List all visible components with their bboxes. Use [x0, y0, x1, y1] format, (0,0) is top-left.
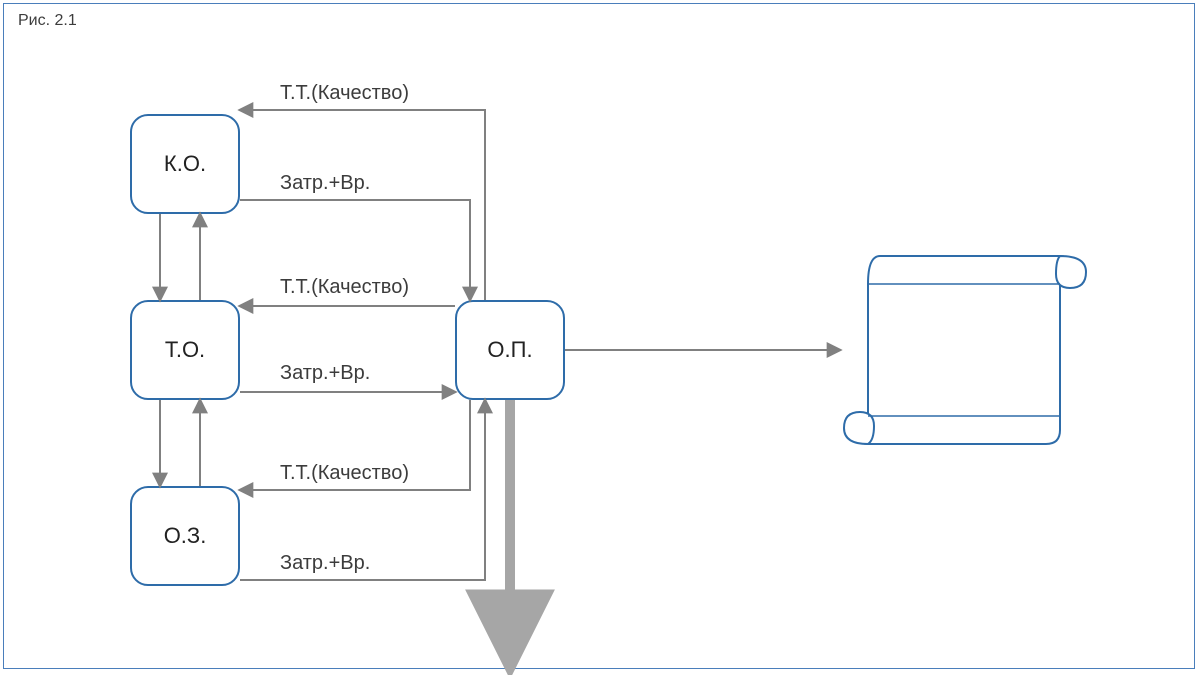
node-to: Т.О.: [130, 300, 240, 400]
node-op-label: О.П.: [487, 337, 532, 363]
edge-label-zv-to: Затр.+Вр.: [280, 362, 370, 385]
node-tkp: Т.К.П.: [850, 253, 1090, 448]
node-oz-label: О.З.: [164, 523, 207, 549]
edge-label-tt-oz: Т.Т.(Качество): [280, 462, 409, 485]
node-to-label: Т.О.: [165, 337, 205, 363]
edge-label-zv-oz: Затр.+Вр.: [280, 552, 370, 575]
node-ko-label: К.О.: [164, 151, 206, 177]
edge-label-tt-to: Т.Т.(Качество): [280, 276, 409, 299]
edge-label-tt-ko: Т.Т.(Качество): [280, 82, 409, 105]
edge-label-zv-ko: Затр.+Вр.: [280, 172, 370, 195]
node-tkp-label: Т.К.П.: [941, 338, 999, 364]
node-oz: О.З.: [130, 486, 240, 586]
node-ko: К.О.: [130, 114, 240, 214]
figure-caption: Рис. 2.1: [18, 12, 77, 30]
node-op: О.П.: [455, 300, 565, 400]
